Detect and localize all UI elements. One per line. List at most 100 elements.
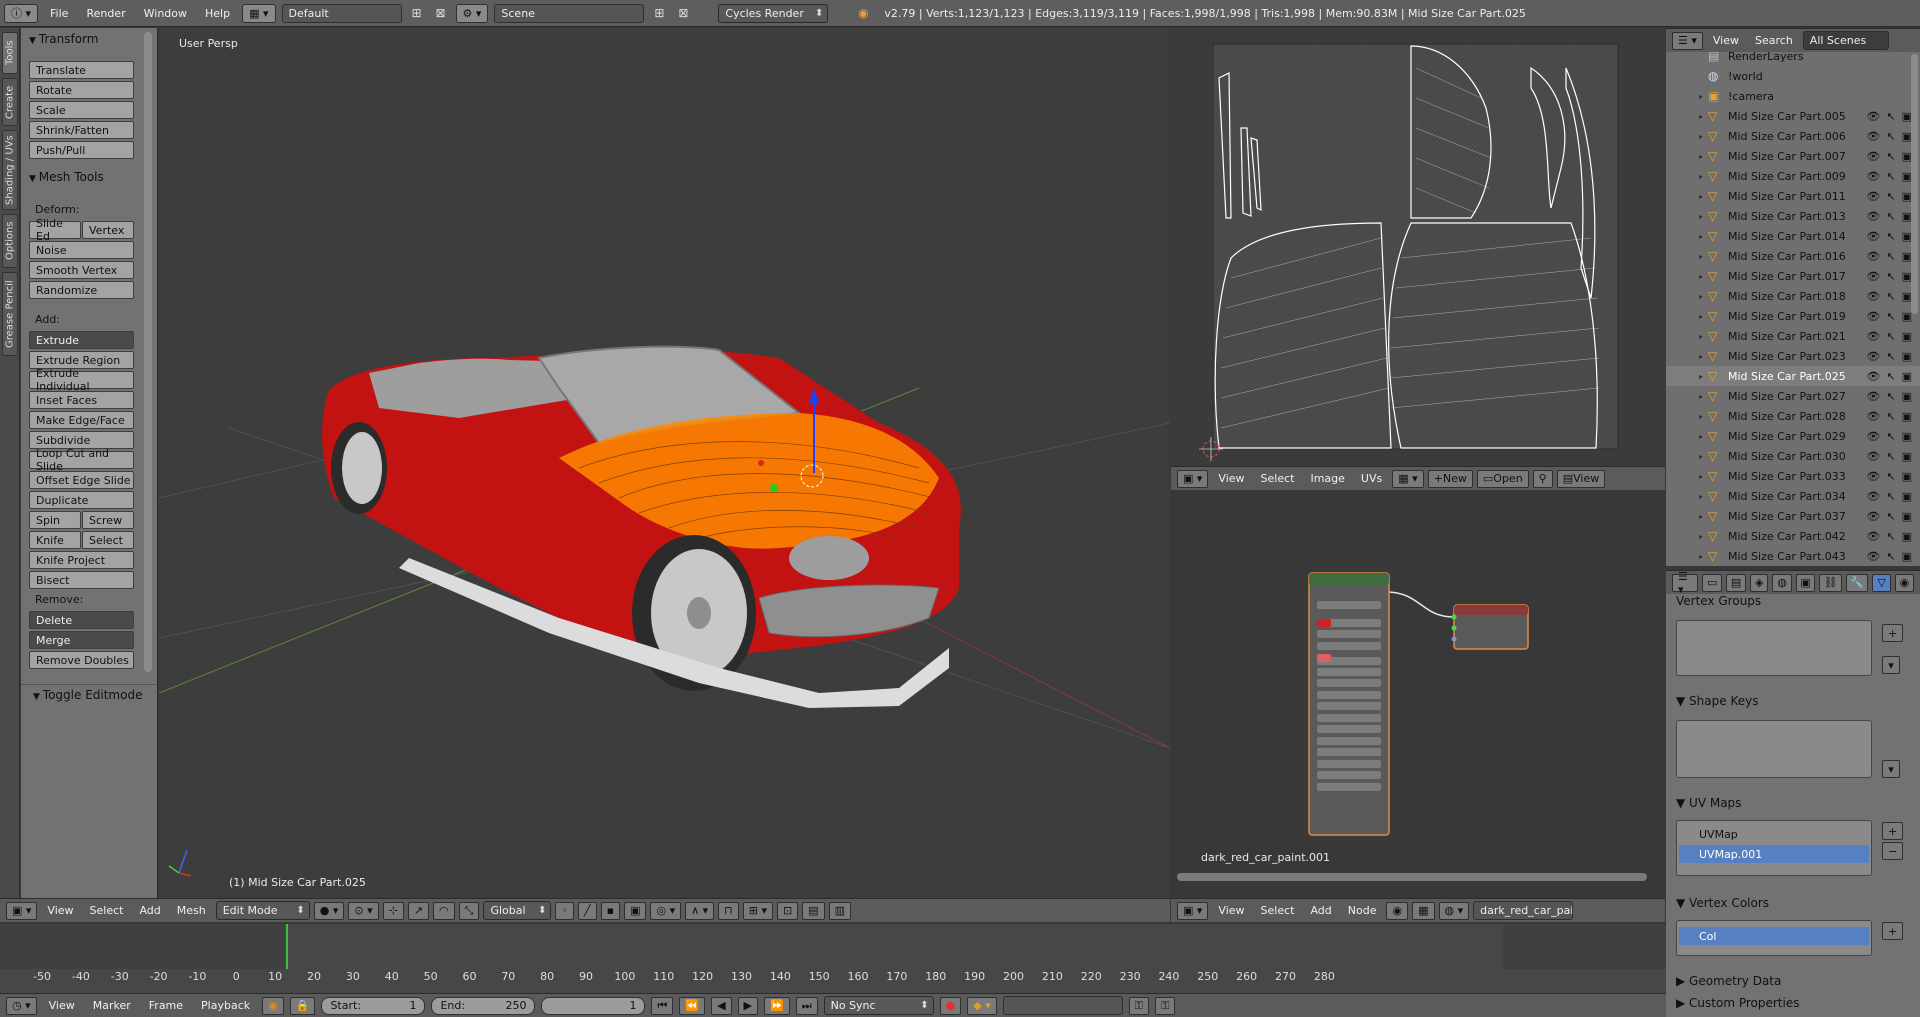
expand-icon[interactable]: ▸	[1694, 352, 1708, 361]
selectable-arrow-icon[interactable]: ↖	[1886, 110, 1895, 123]
outliner-view-menu[interactable]: View	[1707, 34, 1745, 47]
expand-icon[interactable]: ▸	[1694, 532, 1708, 541]
render-camera-icon[interactable]: ▣	[1902, 490, 1912, 503]
delete-keyframe-icon[interactable]: ⚿	[1155, 996, 1176, 1015]
jump-start-icon[interactable]: ⏮	[651, 996, 674, 1015]
geometry-data-title[interactable]: ▶ Geometry Data	[1676, 974, 1781, 988]
selectable-arrow-icon[interactable]: ↖	[1886, 290, 1895, 303]
snap-target-icon[interactable]: ⊡	[777, 901, 799, 920]
selectable-arrow-icon[interactable]: ↖	[1886, 270, 1895, 283]
limit-selection-icon[interactable]: ▣	[624, 901, 647, 920]
selectable-arrow-icon[interactable]: ↖	[1886, 490, 1895, 503]
visibility-eye-icon[interactable]: 👁	[1866, 150, 1880, 163]
keying-set-icon[interactable]: ◆ ▾	[967, 996, 997, 1015]
visibility-eye-icon[interactable]: 👁	[1866, 110, 1880, 123]
selectable-arrow-icon[interactable]: ↖	[1886, 550, 1895, 563]
uv-view-menu[interactable]: View	[1212, 472, 1250, 485]
translate-button[interactable]: Translate	[29, 61, 134, 79]
node-add-menu[interactable]: Add	[1304, 904, 1337, 917]
sk-menu-icon[interactable]: ▾	[1882, 760, 1900, 778]
uv-editor-type-button[interactable]: ▣ ▾	[1177, 469, 1209, 488]
uv-map-item-selected[interactable]: UVMap.001	[1679, 845, 1869, 863]
uv-add-icon[interactable]: +	[1882, 822, 1904, 840]
expand-icon[interactable]: ▸	[1694, 232, 1708, 241]
render-camera-icon[interactable]: ▣	[1902, 450, 1912, 463]
custom-properties-title[interactable]: ▶ Custom Properties	[1676, 996, 1799, 1010]
extrude-individual-button[interactable]: Extrude Individual	[29, 367, 134, 393]
selectable-arrow-icon[interactable]: ↖	[1886, 210, 1895, 223]
outliner-row-mesh[interactable]: ▸ ▽ Mid Size Car Part.034 👁 ↖ ▣	[1666, 486, 1920, 506]
timeline-marker-menu[interactable]: Marker	[87, 999, 137, 1012]
expand-icon[interactable]: ▸	[1694, 492, 1708, 501]
selectable-arrow-icon[interactable]: ↖	[1886, 190, 1895, 203]
vertex-colors-title[interactable]: ▼ Vertex Colors	[1676, 896, 1769, 910]
uv-maps-title[interactable]: ▼ UV Maps	[1676, 796, 1741, 810]
outliner-row-camera[interactable]: ▸ ▣ !camera	[1666, 86, 1920, 106]
visibility-eye-icon[interactable]: 👁	[1866, 450, 1880, 463]
selectable-arrow-icon[interactable]: ↖	[1886, 170, 1895, 183]
rotate-manipulator-icon[interactable]: ◠	[433, 901, 455, 920]
outliner-type-button[interactable]: ☰ ▾	[1672, 31, 1703, 50]
shader-type-icon[interactable]: ◉	[1386, 901, 1409, 920]
scale-button[interactable]: Scale	[29, 101, 134, 119]
visibility-eye-icon[interactable]: 👁	[1866, 370, 1880, 383]
expand-icon[interactable]: ▸	[1694, 472, 1708, 481]
remove-scene-icon[interactable]: ⊠	[674, 4, 692, 22]
start-frame-field[interactable]: Start: 1	[321, 996, 426, 1015]
remove-doubles-button[interactable]: Remove Doubles	[29, 651, 134, 669]
slide-edge-button[interactable]: Slide Ed	[29, 217, 81, 243]
selectable-arrow-icon[interactable]: ↖	[1886, 350, 1895, 363]
material-slot-icon[interactable]: ◍ ▾	[1438, 901, 1470, 920]
node-editor[interactable]: dark_red_car_paint.001	[1171, 495, 1665, 888]
expand-icon[interactable]: ▸	[1694, 372, 1708, 381]
expand-icon[interactable]: ▸	[1694, 452, 1708, 461]
extrude-dropdown[interactable]: Extrude	[29, 331, 134, 349]
outliner-row-mesh[interactable]: ▸ ▽ Mid Size Car Part.013 👁 ↖ ▣	[1666, 206, 1920, 226]
shape-keys-title[interactable]: ▼ Shape Keys	[1676, 694, 1758, 708]
smooth-vertex-button[interactable]: Smooth Vertex	[29, 261, 134, 279]
noise-button[interactable]: Noise	[29, 241, 134, 259]
menu-file[interactable]: File	[44, 7, 74, 20]
expand-icon[interactable]: ▸	[1694, 332, 1708, 341]
editor-type-button[interactable]: ▣ ▾	[6, 901, 38, 920]
render-engine-dropdown[interactable]: Cycles Render	[718, 3, 829, 23]
visibility-eye-icon[interactable]: 👁	[1866, 310, 1880, 323]
timeline-type-button[interactable]: ◷ ▾	[6, 996, 37, 1015]
outliner-row-mesh[interactable]: ▸ ▽ Mid Size Car Part.006 👁 ↖ ▣	[1666, 126, 1920, 146]
translate-manipulator-icon[interactable]: ↗	[407, 901, 430, 920]
jump-end-icon[interactable]: ⏭	[795, 996, 818, 1015]
outliner-row-mesh[interactable]: ▸ ▽ Mid Size Car Part.033 👁 ↖ ▣	[1666, 466, 1920, 486]
mode-dropdown[interactable]: Edit Mode	[215, 901, 310, 920]
current-frame-marker[interactable]	[286, 924, 288, 969]
pin-icon[interactable]: ⚲	[1532, 469, 1553, 488]
outliner-row-mesh[interactable]: ▸ ▽ Mid Size Car Part.016 👁 ↖ ▣	[1666, 246, 1920, 266]
car-model[interactable]	[322, 345, 961, 708]
principled-bsdf-node[interactable]	[1308, 572, 1390, 836]
tab-shading-uvs[interactable]: Shading / UVs	[2, 130, 18, 210]
new-image-button[interactable]: + New	[1427, 469, 1473, 488]
outliner-row-mesh[interactable]: ▸ ▽ Mid Size Car Part.014 👁 ↖ ▣	[1666, 226, 1920, 246]
outliner-display-dropdown[interactable]: All Scenes	[1802, 31, 1889, 50]
expand-icon[interactable]: ▸	[1694, 132, 1708, 141]
visibility-eye-icon[interactable]: 👁	[1866, 530, 1880, 543]
node-node-menu[interactable]: Node	[1342, 904, 1383, 917]
shrink-fatten-button[interactable]: Shrink/Fatten	[29, 121, 134, 139]
orientation-dropdown[interactable]: Global	[483, 901, 552, 920]
selectable-arrow-icon[interactable]: ↖	[1886, 330, 1895, 343]
visibility-eye-icon[interactable]: 👁	[1866, 350, 1880, 363]
transform-panel-title[interactable]: Transform	[29, 32, 99, 46]
pivot-point-button[interactable]: ⊙ ▾	[348, 901, 379, 920]
tab-create[interactable]: Create	[2, 78, 18, 126]
bisect-button[interactable]: Bisect	[29, 571, 134, 589]
selectable-arrow-icon[interactable]: ↖	[1886, 530, 1895, 543]
uv-image-editor[interactable]	[1171, 28, 1665, 466]
expand-icon[interactable]: ▸	[1694, 392, 1708, 401]
uv-remove-icon[interactable]: −	[1882, 842, 1904, 860]
outliner-row-mesh[interactable]: ▸ ▽ Mid Size Car Part.042 👁 ↖ ▣	[1666, 526, 1920, 546]
jump-keyframe-forward-icon[interactable]: ⏩	[764, 996, 790, 1015]
node-editor-scrollbar[interactable]	[1177, 873, 1647, 881]
vertex-groups-title[interactable]: Vertex Groups	[1676, 594, 1761, 608]
world-tab-icon[interactable]: ◍	[1772, 573, 1792, 592]
expand-icon[interactable]: ▸	[1694, 112, 1708, 121]
visibility-eye-icon[interactable]: 👁	[1866, 410, 1880, 423]
